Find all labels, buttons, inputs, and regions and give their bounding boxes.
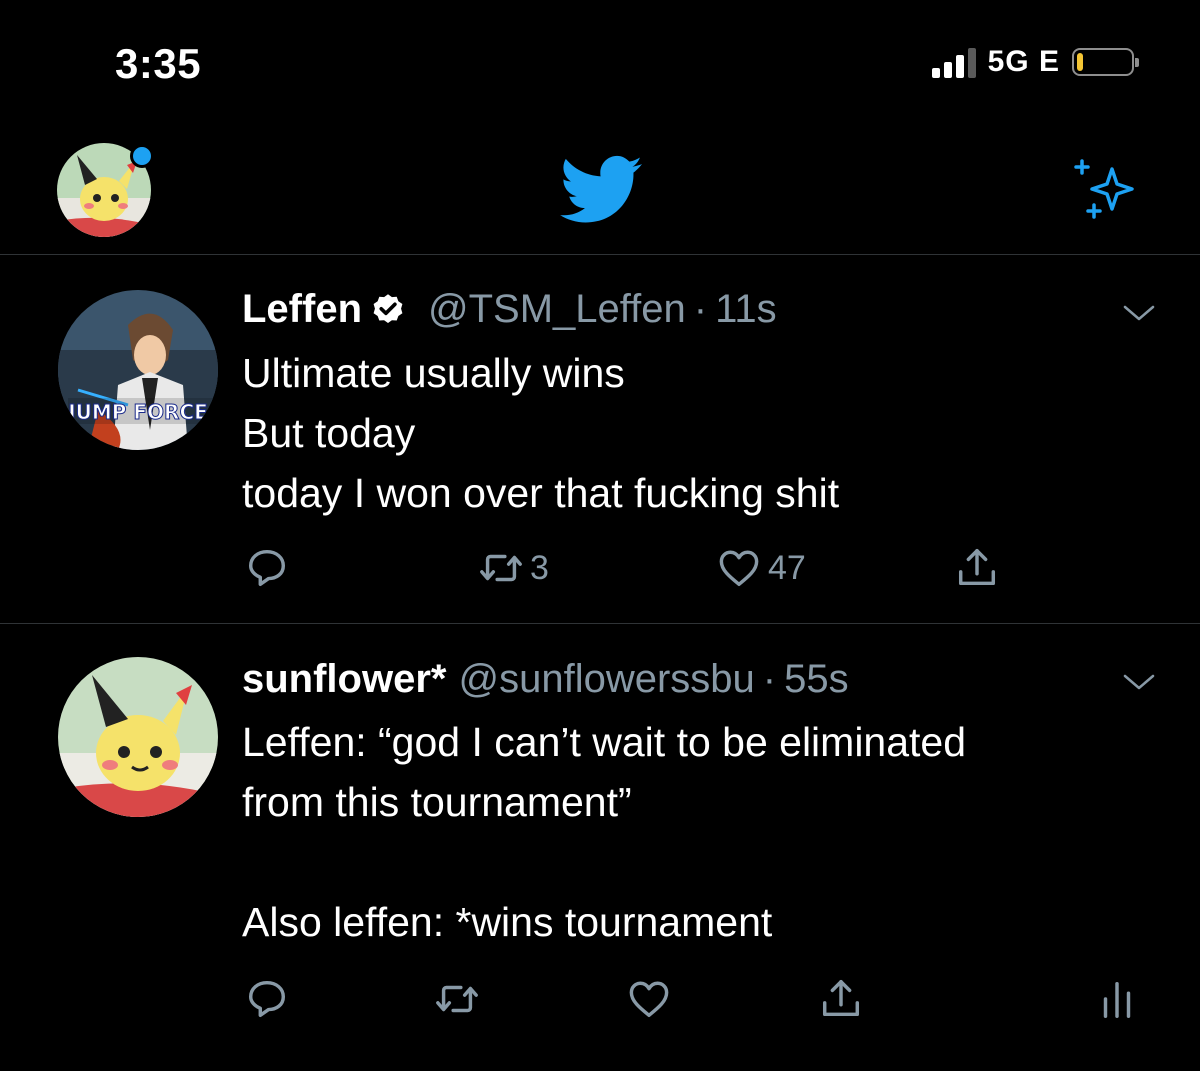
tweet-time[interactable]: 11s [715, 287, 777, 332]
share-button[interactable] [954, 545, 1000, 591]
status-time: 3:35 [115, 40, 202, 87]
analytics-icon [1103, 981, 1131, 1018]
tweet-text: Ultimate usually wins But today today I … [242, 350, 840, 516]
tweet-text: Leffen: “god I can’t wait to be eliminat… [242, 719, 967, 945]
reply-button[interactable] [244, 545, 296, 591]
notification-dot [130, 144, 154, 168]
reply-icon [248, 980, 286, 1018]
retweet-button[interactable]: 3 [478, 545, 549, 591]
avatar-label: JUMP FORCE [66, 400, 208, 424]
share-icon [822, 980, 860, 1017]
chevron-down-icon[interactable] [1122, 303, 1156, 323]
retweet-icon [436, 985, 478, 1013]
avatar[interactable] [58, 657, 218, 817]
network-label: 5G E [987, 45, 1060, 78]
display-name[interactable]: Leffen [242, 287, 362, 332]
retweet-icon [480, 554, 522, 582]
twitter-bird-icon[interactable] [560, 155, 642, 225]
handle[interactable]: @sunflowerssbu [458, 657, 754, 702]
battery-icon [1072, 48, 1139, 76]
display-name[interactable]: sunflower* [242, 657, 446, 702]
tweet[interactable]: sunflower* @sunflowerssbu · 55s Leffen: … [0, 624, 1200, 1050]
tweet[interactable]: JUMP FORCE Leffen @TSM_Leffen · 11s Ulti… [0, 255, 1200, 624]
share-icon [958, 549, 996, 586]
reply-icon [248, 549, 286, 587]
like-button[interactable] [626, 976, 678, 1022]
status-indicators: 5G E [931, 45, 1139, 79]
home-header [0, 130, 1200, 255]
separator: · [762, 657, 777, 701]
retweet-count: 3 [530, 548, 549, 587]
share-button[interactable] [818, 976, 864, 1022]
tweet-header: Leffen @TSM_Leffen · 11s [242, 287, 777, 332]
heart-icon [719, 550, 759, 587]
reply-button[interactable] [244, 976, 296, 1022]
verified-badge-icon [373, 293, 403, 323]
chevron-down-icon[interactable] [1122, 672, 1156, 692]
signal-icon [931, 46, 976, 78]
like-button[interactable]: 47 [716, 545, 806, 591]
tweet-header: sunflower* @sunflowerssbu · 55s [242, 657, 849, 702]
tweet-time[interactable]: 55s [784, 657, 849, 702]
tweet-actions [0, 976, 1200, 1026]
analytics-button[interactable] [1094, 976, 1140, 1022]
retweet-button[interactable] [434, 976, 486, 1022]
like-count: 47 [768, 548, 806, 587]
sparkle-icon[interactable] [1070, 155, 1142, 227]
separator: · [693, 287, 708, 331]
handle[interactable]: @TSM_Leffen [428, 287, 686, 332]
avatar[interactable]: JUMP FORCE [58, 290, 218, 450]
heart-icon [629, 981, 669, 1018]
tweet-actions: 3 47 [0, 545, 1200, 595]
